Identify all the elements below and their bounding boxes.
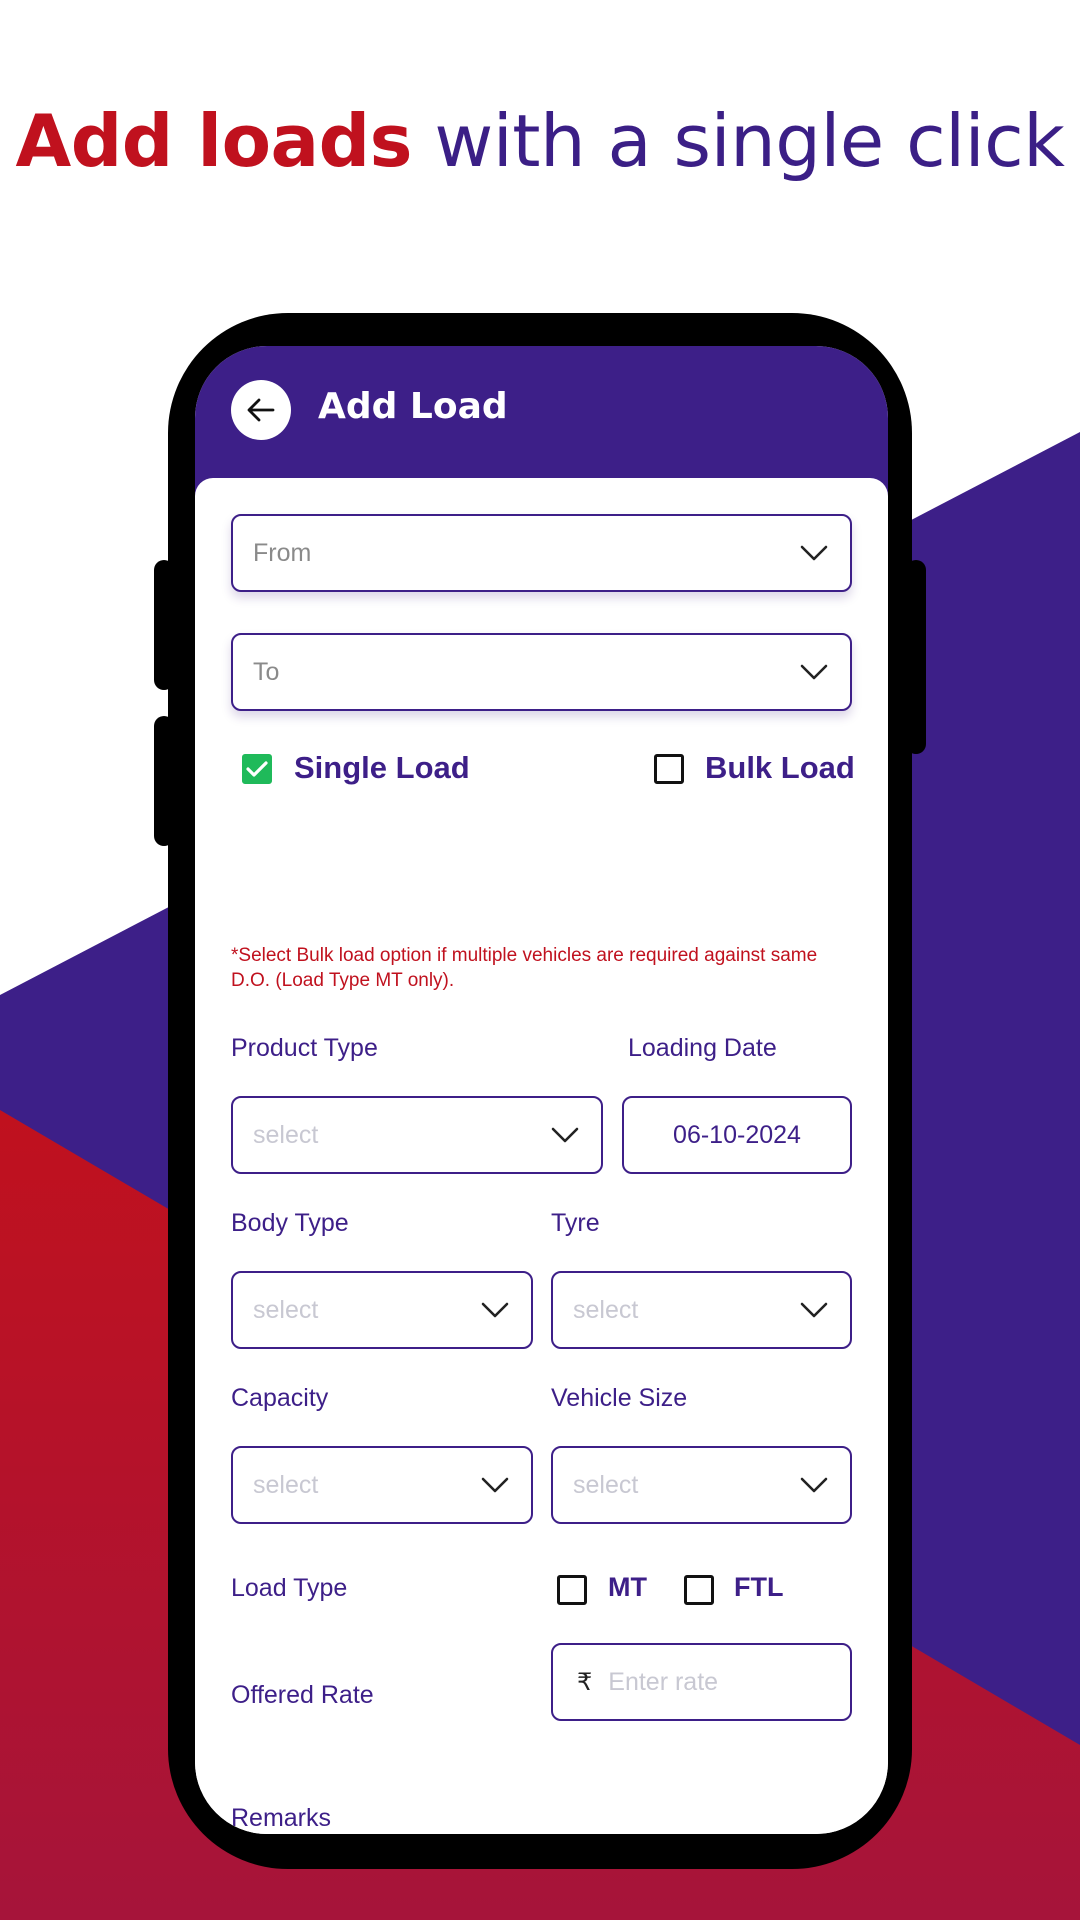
bulk-load-checkbox[interactable] — [654, 754, 684, 784]
from-placeholder: From — [253, 538, 312, 567]
chevron-down-icon — [800, 1302, 828, 1318]
tyre-select[interactable]: select — [551, 1271, 852, 1349]
capacity-label: Capacity — [231, 1384, 329, 1412]
to-placeholder: To — [253, 657, 280, 686]
headline: Add loads with a single click — [0, 95, 1080, 187]
phone-side-button-left-2 — [154, 716, 174, 846]
chevron-down-icon — [800, 545, 828, 561]
chevron-down-icon — [800, 1477, 828, 1493]
tyre-label: Tyre — [551, 1209, 600, 1237]
phone-screen: Add Load From To Single Load Bulk Load *… — [195, 346, 888, 1834]
phone-side-button-right — [906, 560, 926, 754]
product-type-placeholder: select — [253, 1120, 319, 1149]
arrow-left-icon — [247, 398, 275, 422]
body-type-label: Body Type — [231, 1209, 349, 1237]
rupee-icon: ₹ — [577, 1668, 593, 1696]
to-select[interactable]: To — [231, 633, 852, 711]
headline-accent: Add loads — [15, 99, 413, 183]
offered-rate-placeholder: Enter rate — [608, 1667, 719, 1696]
body-type-select[interactable]: select — [231, 1271, 533, 1349]
single-load-checkbox[interactable] — [242, 754, 272, 784]
offered-rate-input[interactable]: ₹ Enter rate — [551, 1643, 852, 1721]
loading-date-field[interactable]: 06-10-2024 — [622, 1096, 852, 1174]
loading-date-label: Loading Date — [628, 1034, 777, 1062]
product-type-select[interactable]: select — [231, 1096, 603, 1174]
page-title: Add Load — [318, 386, 508, 427]
load-type-ftl-checkbox[interactable] — [684, 1575, 714, 1605]
load-type-label: Load Type — [231, 1574, 348, 1602]
chevron-down-icon — [800, 664, 828, 680]
load-type-mt-label[interactable]: MT — [608, 1572, 647, 1603]
headline-rest: with a single click — [412, 99, 1065, 183]
vehicle-size-select[interactable]: select — [551, 1446, 852, 1524]
single-load-label[interactable]: Single Load — [294, 750, 470, 786]
chevron-down-icon — [551, 1127, 579, 1143]
bulk-load-note: *Select Bulk load option if multiple veh… — [231, 945, 818, 991]
load-type-ftl-label[interactable]: FTL — [734, 1572, 783, 1603]
product-type-label: Product Type — [231, 1034, 378, 1062]
check-icon — [246, 761, 268, 777]
loading-date-value: 06-10-2024 — [673, 1120, 801, 1149]
chevron-down-icon — [481, 1302, 509, 1318]
capacity-select[interactable]: select — [231, 1446, 533, 1524]
bulk-load-label[interactable]: Bulk Load — [705, 750, 855, 786]
remarks-label: Remarks — [231, 1804, 332, 1832]
from-select[interactable]: From — [231, 514, 852, 592]
chevron-down-icon — [481, 1477, 509, 1493]
add-load-form: From To Single Load Bulk Load *Select Bu… — [195, 478, 888, 1834]
back-button[interactable] — [231, 380, 291, 440]
phone-side-button-left-1 — [154, 560, 174, 690]
offered-rate-label: Offered Rate — [231, 1681, 374, 1709]
load-type-mt-checkbox[interactable] — [557, 1575, 587, 1605]
app-bar: Add Load — [195, 346, 888, 496]
vehicle-size-label: Vehicle Size — [551, 1384, 688, 1412]
